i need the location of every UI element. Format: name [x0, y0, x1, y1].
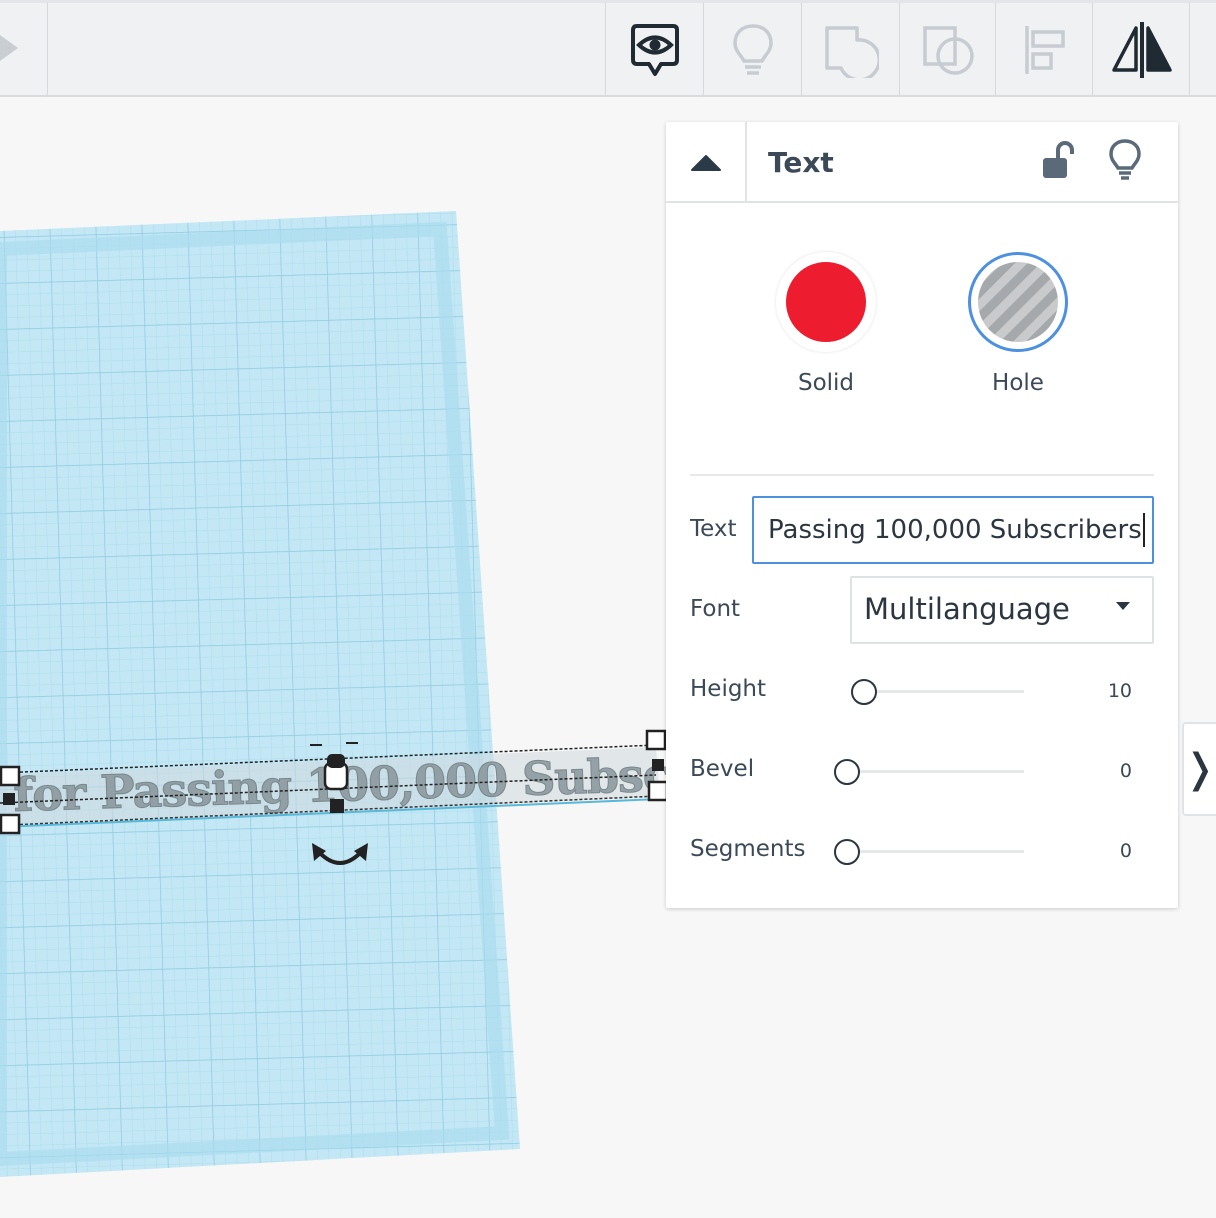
expand-panel-tab[interactable]: ❭ [1182, 722, 1216, 816]
height-prop-label: Height [690, 676, 767, 702]
font-prop-label: Font [690, 596, 741, 622]
solid-color-swatch[interactable] [776, 252, 876, 352]
hole-swatch[interactable] [968, 252, 1068, 352]
bevel-value[interactable]: 0 [1072, 760, 1132, 782]
text-prop-label: Text [690, 516, 737, 542]
text-caret [1142, 513, 1145, 547]
bulb-button[interactable] [704, 3, 801, 97]
mirror-icon [1111, 22, 1172, 78]
segments-value[interactable]: 0 [1072, 840, 1132, 862]
caret-down-icon [1116, 602, 1130, 610]
toolbar [0, 0, 1216, 97]
toolbar-divider [1189, 3, 1190, 97]
ungroup-button[interactable] [900, 3, 997, 97]
text-input[interactable]: Passing 100,000 Subscribers [752, 496, 1154, 564]
height-slider-track[interactable] [864, 690, 1024, 693]
ungroup-icon [922, 26, 974, 75]
resize-handle[interactable] [647, 780, 669, 802]
play-arrow-icon[interactable] [0, 35, 18, 61]
bevel-slider-thumb[interactable] [834, 759, 860, 785]
group-button[interactable] [802, 3, 899, 97]
mirror-button[interactable] [1093, 3, 1190, 97]
solid-label: Solid [797, 370, 855, 396]
font-select[interactable]: Multilanguage [850, 576, 1154, 644]
resize-handle[interactable] [0, 813, 21, 835]
group-icon [824, 26, 879, 78]
resize-handle[interactable] [3, 793, 15, 805]
segments-prop-label: Segments [690, 836, 806, 862]
bulb-icon [732, 24, 773, 75]
bulb-icon[interactable] [1108, 138, 1142, 186]
resize-handle[interactable] [0, 765, 21, 787]
chevron-right-icon: ❭ [1183, 746, 1216, 792]
divider [690, 474, 1154, 476]
resize-handle[interactable] [645, 729, 667, 751]
toolbar-divider [47, 3, 48, 97]
resize-handle[interactable] [652, 759, 664, 771]
hole-label: Hole [992, 370, 1044, 396]
triangle-up-icon [690, 154, 721, 171]
collapse-panel-button[interactable] [666, 122, 747, 201]
shape-inspector-panel: Text Solid Hole Text Passing 100,000 Sub… [666, 122, 1178, 908]
inspector-title: Text [768, 146, 834, 179]
hole-hatch-pattern [978, 262, 1058, 342]
unlock-icon[interactable] [1040, 140, 1074, 186]
height-value[interactable]: 10 [1072, 680, 1132, 702]
inspector-header: Text [666, 122, 1178, 203]
bevel-slider-track[interactable] [846, 770, 1024, 773]
font-select-value: Multilanguage [864, 592, 1070, 626]
align-icon [1024, 26, 1065, 74]
resize-handle[interactable] [330, 799, 344, 813]
text-input-value: Passing 100,000 Subscribers [768, 515, 1142, 545]
align-button[interactable] [996, 3, 1093, 97]
segments-slider-thumb[interactable] [834, 839, 860, 865]
bevel-prop-label: Bevel [690, 756, 755, 782]
show-all-button[interactable] [606, 3, 703, 97]
height-slider-thumb[interactable] [851, 679, 877, 705]
segments-slider-track[interactable] [846, 850, 1024, 853]
show-all-icon [630, 24, 679, 76]
